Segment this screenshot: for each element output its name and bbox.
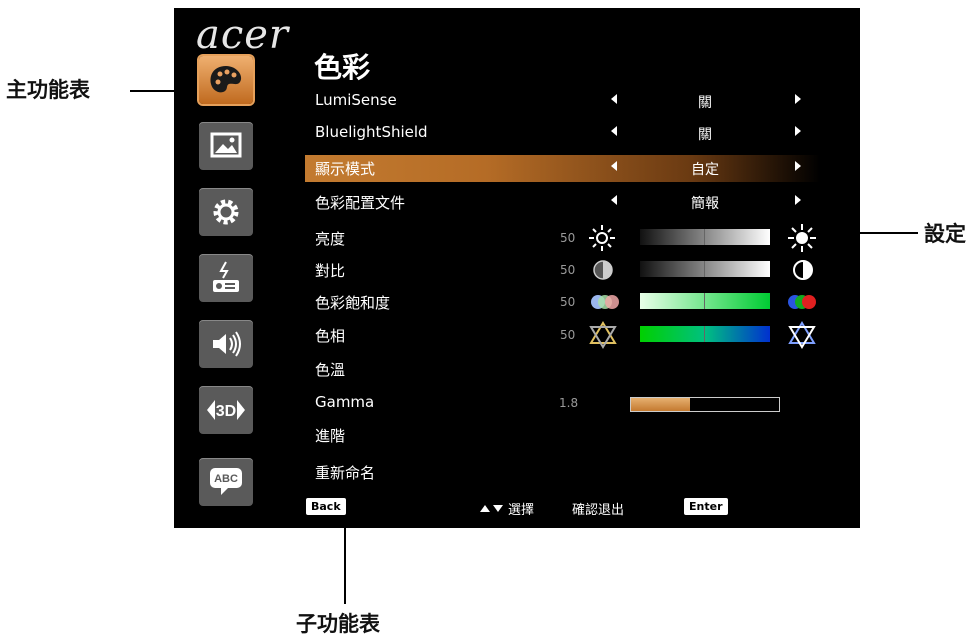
svg-text:3D: 3D: [216, 403, 236, 420]
row-label: 色溫: [315, 361, 346, 379]
row-number: 50: [560, 231, 576, 245]
arrow-left-icon[interactable]: [611, 126, 617, 136]
select-hint: 選擇: [508, 503, 535, 518]
saturation-low-icon: [591, 295, 619, 309]
arrow-right-icon[interactable]: [795, 126, 801, 136]
row-number: 50: [560, 328, 576, 342]
row-label: 色彩飽和度: [315, 294, 391, 312]
row-label: 顯示模式: [315, 160, 376, 178]
tab-settings[interactable]: [199, 188, 253, 236]
row-value: 自定: [691, 162, 719, 178]
contrast-slider[interactable]: [640, 261, 770, 277]
row-number: 1.8: [559, 396, 579, 410]
gamma-slider[interactable]: [630, 397, 780, 412]
speaker-icon: [213, 331, 241, 357]
sun-dim-icon: [589, 225, 615, 251]
hue-star-right-icon: [788, 321, 816, 349]
row-number: 50: [560, 263, 576, 277]
projector-power-icon: [213, 261, 239, 292]
arrow-right-icon[interactable]: [795, 195, 801, 205]
sun-bright-icon: [788, 224, 816, 252]
row-number: 50: [560, 295, 576, 309]
callout-settings: 設定: [924, 222, 966, 246]
tab-audio[interactable]: [199, 320, 253, 368]
row-color-profile[interactable]: 色彩配置文件 簡報: [305, 189, 820, 216]
row-gamma[interactable]: Gamma 1.8: [305, 390, 820, 417]
row-value: 簡報: [691, 196, 719, 212]
arrow-left-icon[interactable]: [611, 161, 617, 171]
row-label: BluelightShield: [315, 123, 428, 141]
tab-3d[interactable]: 3D: [199, 386, 253, 434]
osd-window: acer 3D ABC 色彩 LumiSense 關 BluelightShie…: [174, 8, 860, 528]
arrow-left-icon[interactable]: [611, 195, 617, 205]
row-lumisense[interactable]: LumiSense 關: [305, 88, 820, 115]
arrow-right-icon[interactable]: [795, 161, 801, 171]
3d-icon: 3D: [207, 400, 245, 420]
callout-sub-menu: 子功能表: [296, 612, 380, 636]
row-label: 重新命名: [315, 464, 376, 482]
row-label: LumiSense: [315, 91, 397, 109]
contrast-low-icon: [593, 260, 613, 280]
row-label: Gamma: [315, 393, 375, 411]
contrast-high-icon: [793, 260, 813, 280]
callout-main-menu: 主功能表: [6, 78, 90, 102]
row-value: 關: [698, 127, 712, 143]
row-label: 色彩配置文件: [315, 194, 406, 212]
row-contrast[interactable]: 對比 50: [305, 257, 820, 284]
hue-slider[interactable]: [640, 326, 770, 342]
row-label: 亮度: [315, 230, 346, 248]
saturation-high-icon: [788, 295, 816, 309]
acer-logo: acer: [196, 12, 290, 58]
row-advanced[interactable]: 進階: [305, 422, 820, 449]
gamma-fill: [631, 398, 691, 411]
menu-title: 色彩: [314, 51, 371, 84]
saturation-slider[interactable]: [640, 293, 770, 309]
row-color-temp[interactable]: 色溫: [305, 356, 820, 383]
row-value: 關: [698, 95, 712, 111]
tab-image[interactable]: [199, 122, 253, 170]
tab-color[interactable]: [199, 56, 253, 104]
confirm-exit-hint: 確認退出: [572, 503, 625, 518]
row-brightness[interactable]: 亮度 50: [305, 224, 820, 252]
row-label: 對比: [315, 262, 346, 280]
enter-button[interactable]: Enter: [684, 498, 728, 515]
tab-management[interactable]: [199, 254, 253, 302]
arrow-left-icon[interactable]: [611, 94, 617, 104]
back-button[interactable]: Back: [306, 498, 346, 515]
row-hue[interactable]: 色相 50: [305, 321, 820, 349]
arrow-right-icon[interactable]: [795, 94, 801, 104]
osd-footer: Back 選擇 確認退出 Enter: [174, 496, 860, 520]
row-bluelightshield[interactable]: BluelightShield 關: [305, 120, 820, 147]
gear-icon: [213, 199, 239, 225]
svg-text:ABC: ABC: [214, 473, 238, 485]
row-rename[interactable]: 重新命名: [305, 459, 820, 486]
palette-icon: [210, 66, 242, 93]
row-label: 色相: [315, 327, 346, 345]
hue-star-left-icon: [589, 321, 617, 349]
brightness-slider[interactable]: [640, 229, 770, 245]
row-saturation[interactable]: 色彩飽和度 50: [305, 289, 820, 316]
row-label: 進階: [315, 427, 346, 445]
picture-icon: [210, 132, 242, 158]
up-down-arrows-icon: [480, 505, 503, 512]
row-display-mode[interactable]: 顯示模式 自定: [305, 155, 820, 182]
